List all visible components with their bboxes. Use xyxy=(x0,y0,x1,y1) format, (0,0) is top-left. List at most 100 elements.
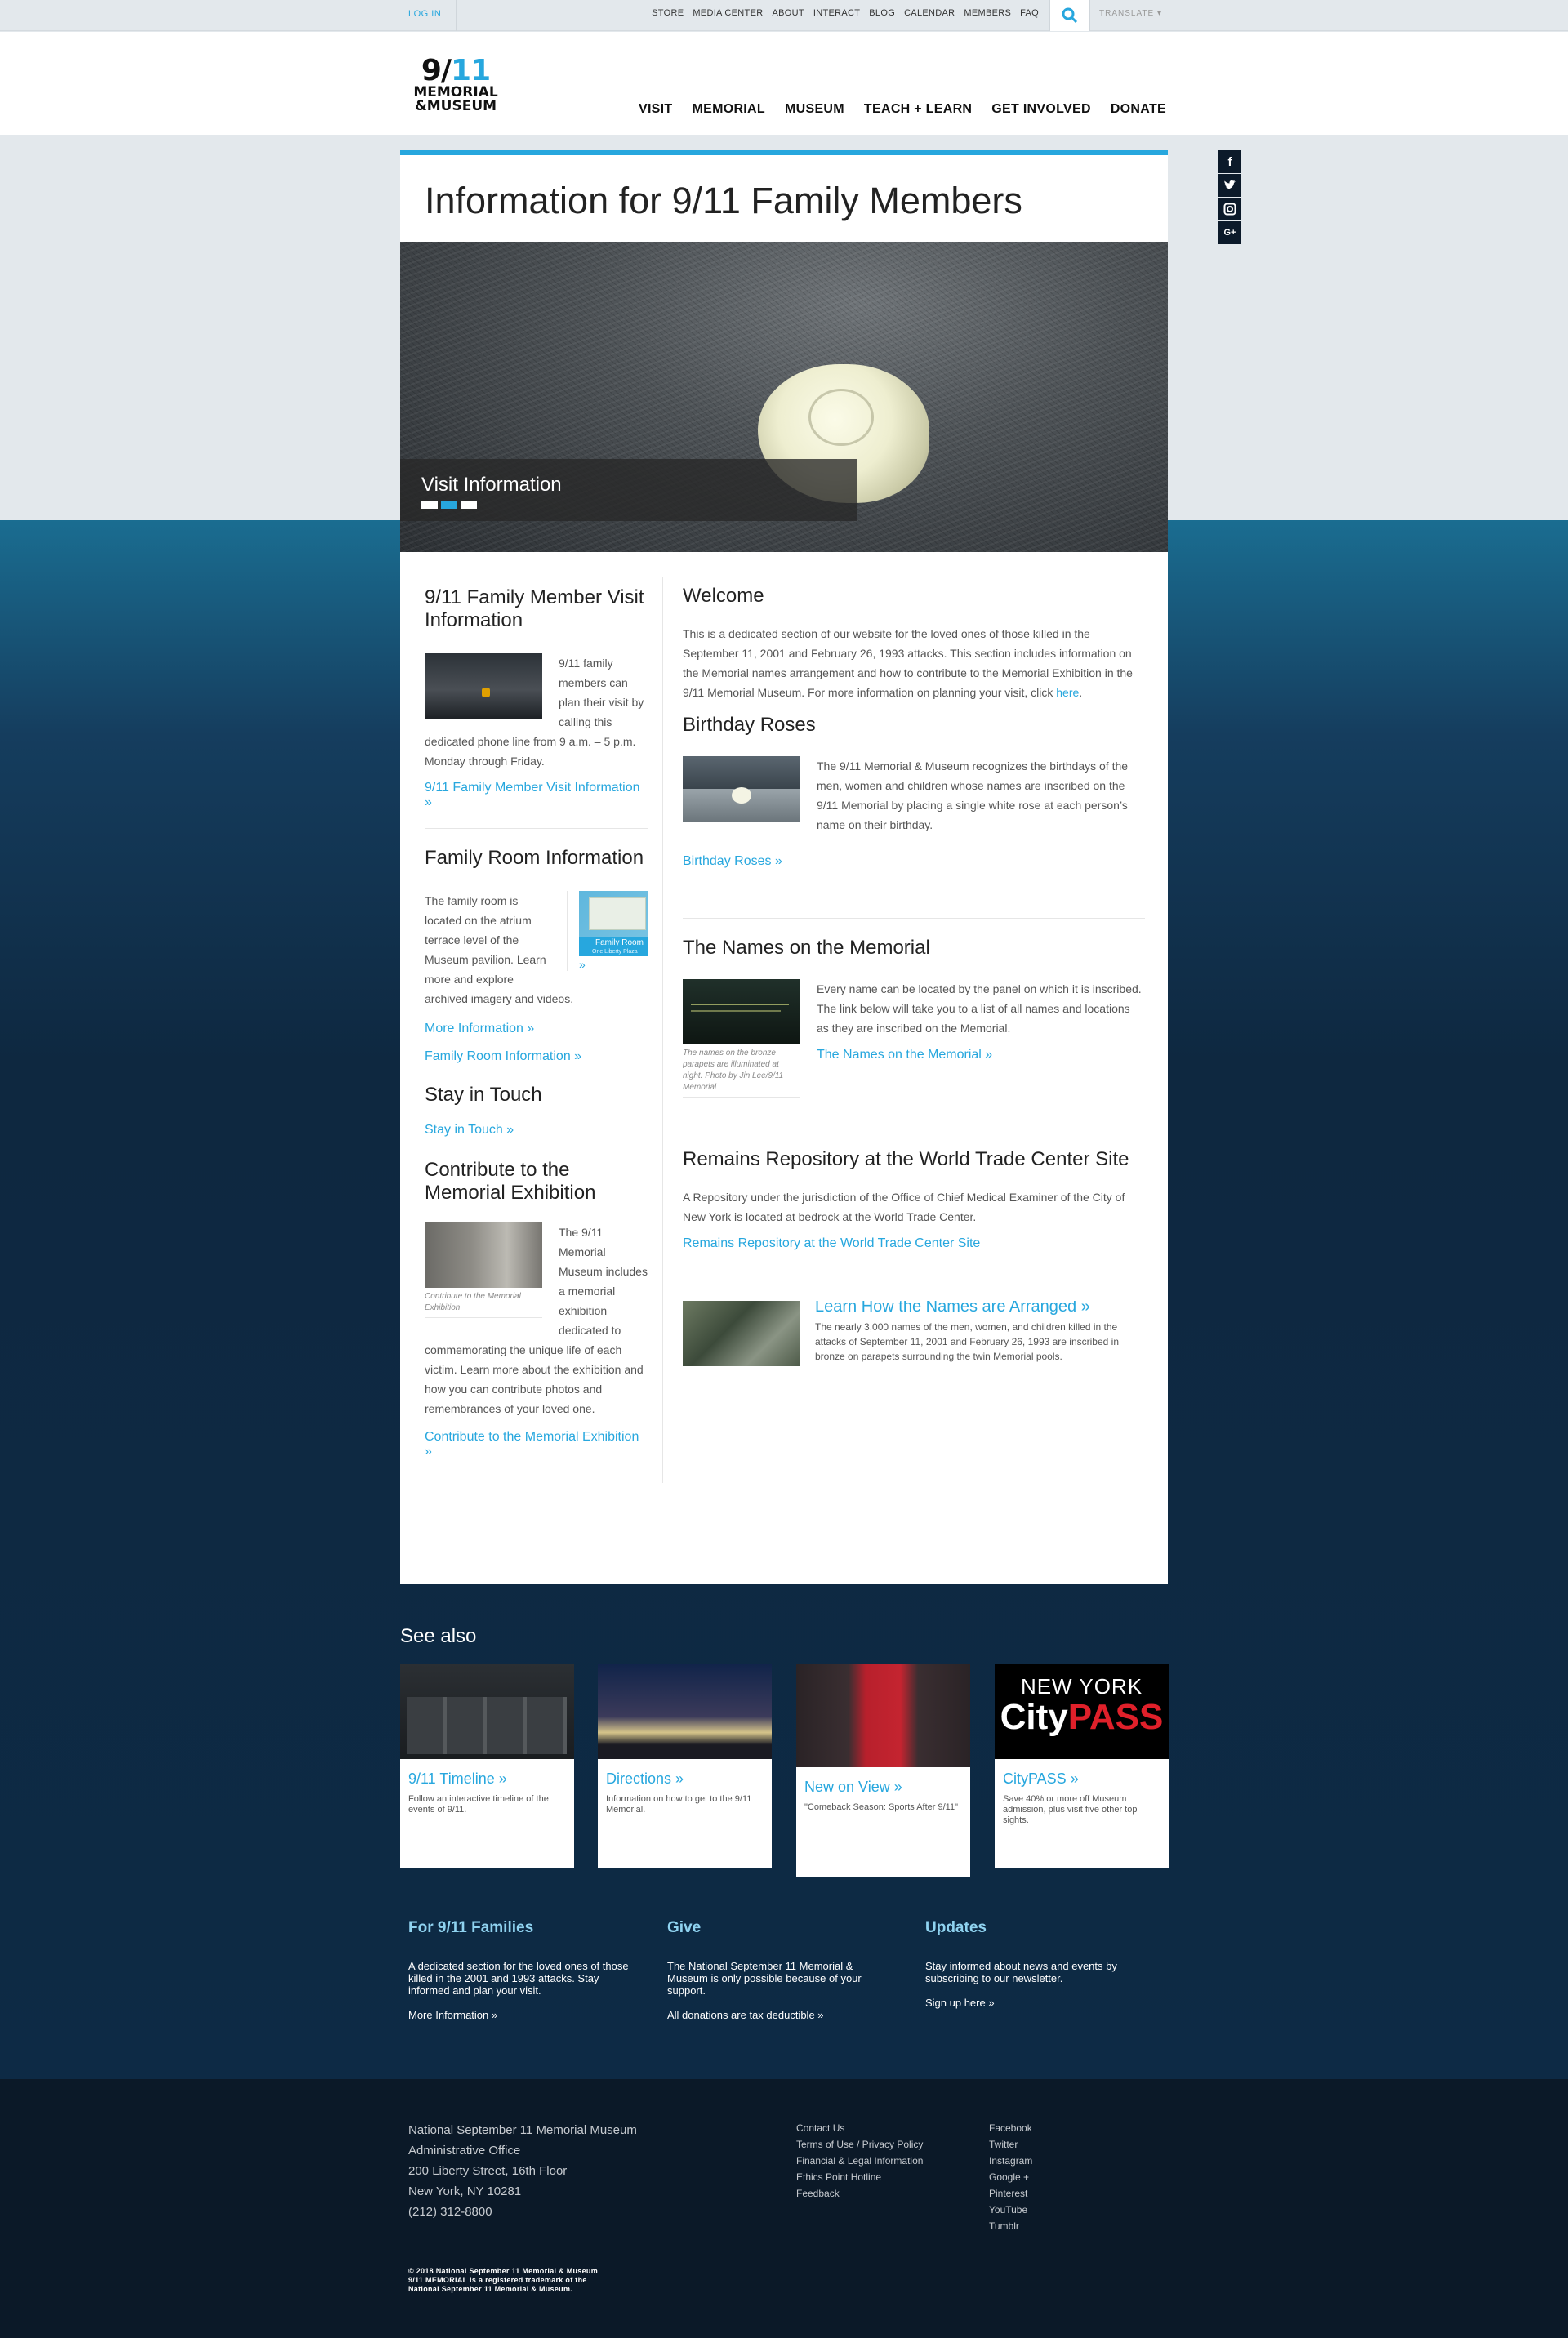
contribute-link[interactable]: Contribute to the Memorial Exhibition » xyxy=(425,1430,648,1459)
utility-link-members[interactable]: MEMBERS xyxy=(964,0,1011,31)
main-column: Welcome This is a dedicated section of o… xyxy=(683,585,1145,1366)
site-logo[interactable]: 9/11 MEMORIAL &MUSEUM xyxy=(408,56,504,114)
slideshow-pager xyxy=(421,501,477,509)
contact-us-link[interactable]: Contact Us xyxy=(796,2120,923,2136)
birthday-roses-link[interactable]: Birthday Roses » xyxy=(683,854,1145,869)
footer-give: Give The National September 11 Memorial … xyxy=(667,1919,896,2023)
utility-link-about[interactable]: ABOUT xyxy=(772,0,804,31)
footer-facebook-link[interactable]: Facebook xyxy=(989,2120,1032,2136)
utility-link-blog[interactable]: BLOG xyxy=(869,0,895,31)
footer-legal-links: Contact Us Terms of Use / Privacy Policy… xyxy=(796,2120,923,2202)
visit-info-thumbnail[interactable] xyxy=(425,653,542,719)
see-also-card-citypass[interactable]: NEW YORK CityPASS CityPASS » Save 40% or… xyxy=(995,1664,1169,1868)
main-nav: VISIT MEMORIAL MUSEUM TEACH + LEARN GET … xyxy=(639,102,1166,117)
site-header: 9/11 MEMORIAL &MUSEUM VISIT MEMORIAL MUS… xyxy=(0,32,1568,135)
utility-link-media-center[interactable]: MEDIA CENTER xyxy=(693,0,763,31)
stay-in-touch-heading: Stay in Touch xyxy=(425,1084,542,1106)
footer-google-plus-link[interactable]: Google + xyxy=(989,2169,1032,2185)
family-room-thumbnail[interactable]: Family Room One Liberty Plaza ›› » xyxy=(567,891,648,971)
see-also-card-directions[interactable]: Directions » Information on how to get t… xyxy=(598,1664,772,1868)
nav-get-involved[interactable]: GET INVOLVED xyxy=(991,102,1091,117)
instagram-icon[interactable] xyxy=(1218,198,1241,220)
footer-give-heading: Give xyxy=(667,1919,702,1936)
birthday-roses-thumbnail[interactable] xyxy=(683,756,800,822)
contribute-thumbnail[interactable]: Contribute to the Memorial Exhibition xyxy=(425,1222,542,1318)
utility-link-calendar[interactable]: CALENDAR xyxy=(904,0,955,31)
visit-info-heading: 9/11 Family Member Visit Information xyxy=(425,586,644,631)
footer-twitter-link[interactable]: Twitter xyxy=(989,2136,1032,2153)
utility-bar: LOG IN STORE MEDIA CENTER ABOUT INTERACT… xyxy=(0,0,1568,31)
new-on-view-image xyxy=(796,1664,970,1767)
see-also-card-timeline[interactable]: 9/11 Timeline » Follow an interactive ti… xyxy=(400,1664,574,1868)
nav-visit[interactable]: VISIT xyxy=(639,102,673,117)
address-line-3: 200 Liberty Street, 16th Floor xyxy=(408,2164,568,2178)
facebook-icon[interactable]: f xyxy=(1218,150,1241,173)
new-on-view-title[interactable]: New on View » xyxy=(796,1779,970,1796)
welcome-here-link[interactable]: here xyxy=(1056,686,1079,699)
family-room-info-link[interactable]: Family Room Information » xyxy=(425,1049,648,1064)
citypass-logo-top: NEW YORK xyxy=(1020,1674,1143,1699)
footer-address: National September 11 Memorial Museum Ad… xyxy=(408,2120,637,2222)
directions-title[interactable]: Directions » xyxy=(598,1770,772,1788)
main-content-card: Information for 9/11 Family Members Visi… xyxy=(400,150,1168,1584)
welcome-text: This is a dedicated section of our websi… xyxy=(683,627,1133,699)
nav-donate[interactable]: DONATE xyxy=(1111,102,1166,117)
stay-in-touch-link[interactable]: Stay in Touch » xyxy=(425,1123,648,1138)
visit-info-link[interactable]: 9/11 Family Member Visit Information » xyxy=(425,781,648,810)
family-room-thumb-label: Family Room xyxy=(595,938,644,947)
footer-give-text: The National September 11 Memorial & Mus… xyxy=(667,1960,862,1997)
footer-updates-link[interactable]: Sign up here » xyxy=(925,1997,995,2009)
citypass-logo-pass: PASS xyxy=(1067,1697,1164,1737)
remains-link[interactable]: Remains Repository at the World Trade Ce… xyxy=(683,1236,1145,1251)
ethics-hotline-link[interactable]: Ethics Point Hotline xyxy=(796,2169,923,2185)
timeline-title[interactable]: 9/11 Timeline » xyxy=(400,1770,574,1788)
citypass-desc: Save 40% or more off Museum admission, p… xyxy=(1003,1794,1138,1825)
citypass-title[interactable]: CityPASS » xyxy=(995,1770,1169,1788)
family-room-thumb-more[interactable]: » xyxy=(579,958,648,971)
utility-link-interact[interactable]: INTERACT xyxy=(813,0,860,31)
twitter-icon[interactable] xyxy=(1218,174,1241,197)
directions-desc: Information on how to get to the 9/11 Me… xyxy=(606,1794,752,1815)
utility-link-faq[interactable]: FAQ xyxy=(1020,0,1039,31)
footer-instagram-link[interactable]: Instagram xyxy=(989,2153,1032,2169)
footer-tumblr-link[interactable]: Tumblr xyxy=(989,2218,1032,2234)
hero-caption-title[interactable]: Visit Information xyxy=(421,474,562,497)
financial-legal-link[interactable]: Financial & Legal Information xyxy=(796,2153,923,2169)
utility-link-store[interactable]: STORE xyxy=(652,0,684,31)
address-line-1: National September 11 Memorial Museum xyxy=(408,2123,637,2137)
contribute-heading: Contribute to the Memorial Exhibition xyxy=(425,1159,596,1204)
footer-give-link[interactable]: All donations are tax deductible » xyxy=(667,2009,824,2021)
login-link[interactable]: LOG IN xyxy=(408,0,457,31)
translate-dropdown[interactable]: TRANSLATE ▾ xyxy=(1099,0,1162,31)
names-arranged-thumbnail[interactable] xyxy=(683,1301,800,1366)
google-plus-icon[interactable]: G+ xyxy=(1218,221,1241,244)
family-room-heading: Family Room Information xyxy=(425,847,644,869)
citypass-logo-city: City xyxy=(1000,1697,1068,1737)
terms-privacy-link[interactable]: Terms of Use / Privacy Policy xyxy=(796,2136,923,2153)
nav-teach-learn[interactable]: TEACH + LEARN xyxy=(864,102,972,117)
hero-slideshow[interactable]: Visit Information xyxy=(400,242,1168,552)
footer-families-link[interactable]: More Information » xyxy=(408,2009,497,2021)
footer-updates-text: Stay informed about news and events by s… xyxy=(925,1960,1117,1984)
footer-families-text: A dedicated section for the loved ones o… xyxy=(408,1960,629,1997)
slide-dot-3[interactable] xyxy=(461,501,477,509)
footer-updates: Updates Stay informed about news and eve… xyxy=(925,1919,1154,2011)
search-button[interactable] xyxy=(1049,0,1090,31)
welcome-heading: Welcome xyxy=(683,585,764,607)
slide-dot-1[interactable] xyxy=(421,501,438,509)
birthday-roses-heading: Birthday Roses xyxy=(683,714,816,736)
nav-museum[interactable]: MUSEUM xyxy=(785,102,844,117)
search-icon xyxy=(1062,7,1078,24)
see-also-card-new-on-view[interactable]: New on View » "Comeback Season: Sports A… xyxy=(796,1664,970,1877)
footer-families: For 9/11 Families A dedicated section fo… xyxy=(408,1919,637,2023)
footer-youtube-link[interactable]: YouTube xyxy=(989,2202,1032,2218)
timeline-desc: Follow an interactive timeline of the ev… xyxy=(408,1794,549,1815)
nav-memorial[interactable]: MEMORIAL xyxy=(692,102,765,117)
feedback-link[interactable]: Feedback xyxy=(796,2185,923,2202)
footer-pinterest-link[interactable]: Pinterest xyxy=(989,2185,1032,2202)
copyright: © 2018 National September 11 Memorial & … xyxy=(408,2267,599,2293)
more-information-link[interactable]: More Information » xyxy=(425,1022,648,1036)
remains-heading: Remains Repository at the World Trade Ce… xyxy=(683,1148,1129,1170)
names-thumbnail[interactable]: The names on the bronze parapets are ill… xyxy=(683,979,800,1098)
slide-dot-2[interactable] xyxy=(441,501,457,509)
